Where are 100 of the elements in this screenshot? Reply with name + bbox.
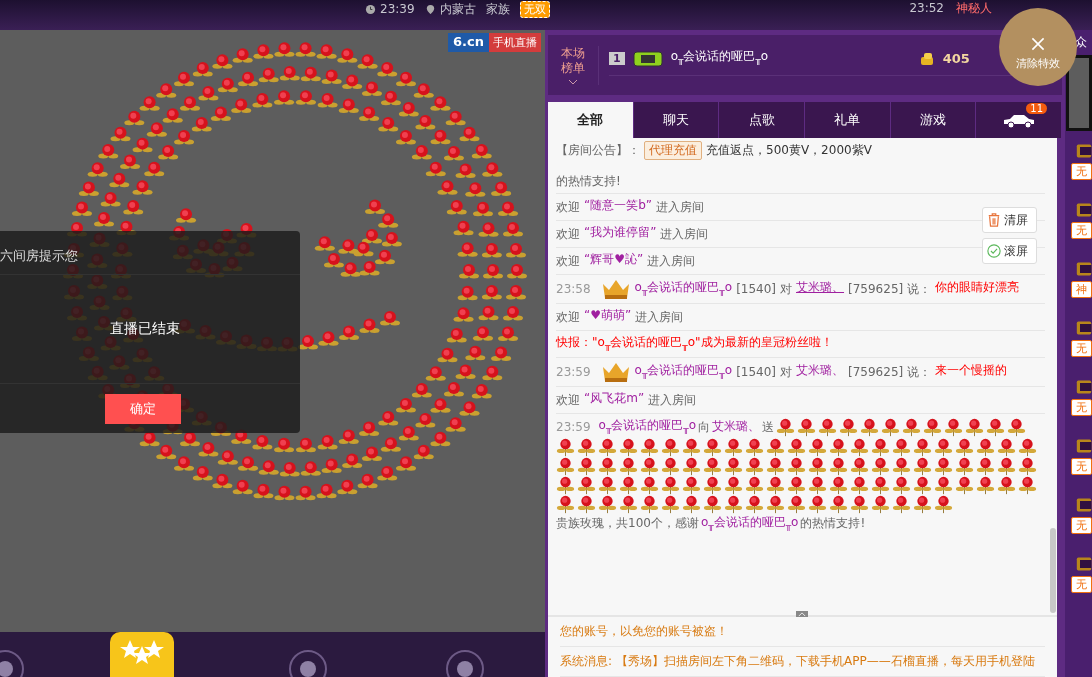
system-message: 您的账号，以免您的账号被盗！ bbox=[560, 623, 728, 640]
user-badge: 无 bbox=[1071, 517, 1092, 534]
chat-tab[interactable]: 聊天 bbox=[633, 102, 720, 138]
rank-badge-icon bbox=[1076, 261, 1092, 277]
user-name[interactable]: “风飞花m” bbox=[584, 390, 645, 411]
rose-icon bbox=[892, 475, 911, 495]
user-level: [759625] bbox=[848, 280, 904, 298]
rose-icon bbox=[850, 494, 869, 514]
rose-icon bbox=[766, 437, 785, 457]
expand-handle[interactable] bbox=[796, 611, 808, 617]
rose-icon bbox=[850, 456, 869, 476]
chat-tool-button[interactable]: 清屏 bbox=[982, 207, 1037, 233]
rose-icon bbox=[808, 437, 827, 457]
rose-icon bbox=[724, 475, 743, 495]
rose-icon bbox=[787, 475, 806, 495]
message-text: 贵族玫瑰，共100个，感谢 bbox=[556, 515, 699, 533]
rose-icon bbox=[976, 437, 995, 457]
chat-tab[interactable]: 游戏 bbox=[890, 102, 977, 138]
message-text: 对 bbox=[780, 280, 793, 298]
scrollbar[interactable] bbox=[1050, 528, 1056, 613]
rose-icon bbox=[829, 437, 848, 457]
user-name[interactable]: o$_{╥}$会说话的哑巴$_{╥}$o bbox=[634, 362, 733, 383]
rose-icon bbox=[703, 494, 722, 514]
chat-tab[interactable]: 11 bbox=[976, 102, 1063, 138]
rose-icon bbox=[577, 475, 596, 495]
coin-count: 405 bbox=[942, 51, 970, 66]
message-text: 的热情支持! bbox=[800, 515, 866, 533]
message-time: 23:58 bbox=[556, 280, 591, 298]
message-text: 说： bbox=[907, 363, 932, 381]
rose-icon bbox=[923, 418, 943, 438]
user-name[interactable]: “辉哥♥訫” bbox=[584, 251, 644, 271]
user-name[interactable]: “♥萌萌” bbox=[584, 307, 632, 327]
user-badge: 无 bbox=[1071, 399, 1092, 416]
video-thumbnail[interactable] bbox=[1066, 55, 1092, 131]
rose-icon bbox=[892, 494, 911, 514]
rose-icon bbox=[944, 418, 964, 438]
user-name[interactable]: “随意一笑b” bbox=[584, 197, 653, 217]
side-title: 众 bbox=[1075, 34, 1087, 51]
rose-icon bbox=[871, 475, 890, 495]
agent-tag[interactable]: 代理充值 bbox=[644, 141, 702, 160]
ranking-label[interactable]: 本场榜单 bbox=[559, 45, 587, 76]
rose-icon bbox=[724, 494, 743, 514]
rose-icon bbox=[934, 494, 953, 514]
star-app-icon[interactable] bbox=[110, 632, 174, 677]
chat-tab[interactable]: 全部 bbox=[548, 102, 634, 138]
rank-badge-icon bbox=[1076, 438, 1092, 454]
user-name[interactable]: 艾米璐、 bbox=[712, 417, 761, 438]
time-text: 23:52 bbox=[909, 1, 944, 15]
rose-icon bbox=[965, 418, 985, 438]
rose-icon bbox=[556, 456, 575, 476]
rose-icon bbox=[640, 437, 659, 457]
rose-icon bbox=[598, 494, 617, 514]
rose-icon bbox=[808, 494, 827, 514]
user-badge: 神 bbox=[1071, 281, 1092, 298]
rose-icon bbox=[850, 437, 869, 457]
rank-badge-icon bbox=[1076, 556, 1092, 572]
rank-badge-icon bbox=[1076, 202, 1092, 218]
rose-icon bbox=[682, 456, 701, 476]
rose-icon bbox=[1007, 418, 1027, 438]
rose-icon bbox=[808, 456, 827, 476]
rose-icon bbox=[871, 456, 890, 476]
rose-icon bbox=[598, 475, 617, 495]
user-name[interactable]: 艾米璐、 bbox=[796, 362, 845, 383]
rose-icon bbox=[881, 418, 901, 438]
chevron-down-icon[interactable] bbox=[568, 78, 578, 85]
user-badge: 无 bbox=[1071, 458, 1092, 475]
mobile-live-badge: 手机直播 bbox=[489, 33, 541, 52]
rose-icon bbox=[871, 494, 890, 514]
rose-icon bbox=[703, 475, 722, 495]
rose-icon bbox=[703, 456, 722, 476]
user-name[interactable]: o$_{╥}$会说话的哑巴$_{╥}$o bbox=[634, 278, 733, 300]
notice-text: 充值返点，500黄V，2000紫V bbox=[706, 142, 872, 159]
rose-icon bbox=[1018, 475, 1037, 495]
chat-tab[interactable]: 点歌 bbox=[719, 102, 805, 138]
rose-icon bbox=[556, 494, 575, 514]
user-name[interactable]: o$_{╥}$会说话的哑巴$_{╥}$o bbox=[670, 48, 851, 69]
rank-badge-icon bbox=[1076, 379, 1092, 395]
rose-icon bbox=[1018, 456, 1037, 476]
user-level: [759625] bbox=[848, 363, 904, 381]
user-name[interactable]: 神秘人 bbox=[956, 0, 992, 17]
user-badge: 无 bbox=[1071, 576, 1092, 593]
rose-icon bbox=[1018, 437, 1037, 457]
chat-tab[interactable]: 礼单 bbox=[805, 102, 891, 138]
user-name[interactable]: 艾米璐、 bbox=[796, 279, 845, 299]
chat-tool-button[interactable]: 滚屏 bbox=[982, 238, 1037, 264]
rose-icon bbox=[745, 437, 764, 457]
user-name[interactable]: o$_{╥}$会说话的哑巴$_{╥}$o bbox=[598, 417, 697, 438]
message-time: 23:59 bbox=[556, 363, 591, 381]
rose-icon bbox=[640, 494, 659, 514]
time-text: 23:39 bbox=[380, 2, 415, 16]
close-icon bbox=[1030, 36, 1046, 52]
car-icon bbox=[1001, 112, 1036, 128]
rank-badge-icon bbox=[1076, 143, 1092, 159]
rose-icon bbox=[997, 456, 1016, 476]
rose-icon bbox=[913, 456, 932, 476]
user-name[interactable]: o$_{╥}$会说话的哑巴$_{╥}$o bbox=[700, 513, 799, 535]
user-name[interactable]: “我为谁停留” bbox=[584, 224, 657, 244]
rose-icon bbox=[860, 418, 880, 438]
system-message: 【秀场】扫描房间左下角二维码，下载手机APP——石榴直播，每天用手机登陆 bbox=[616, 653, 1035, 670]
count-badge: 11 bbox=[1026, 103, 1048, 114]
